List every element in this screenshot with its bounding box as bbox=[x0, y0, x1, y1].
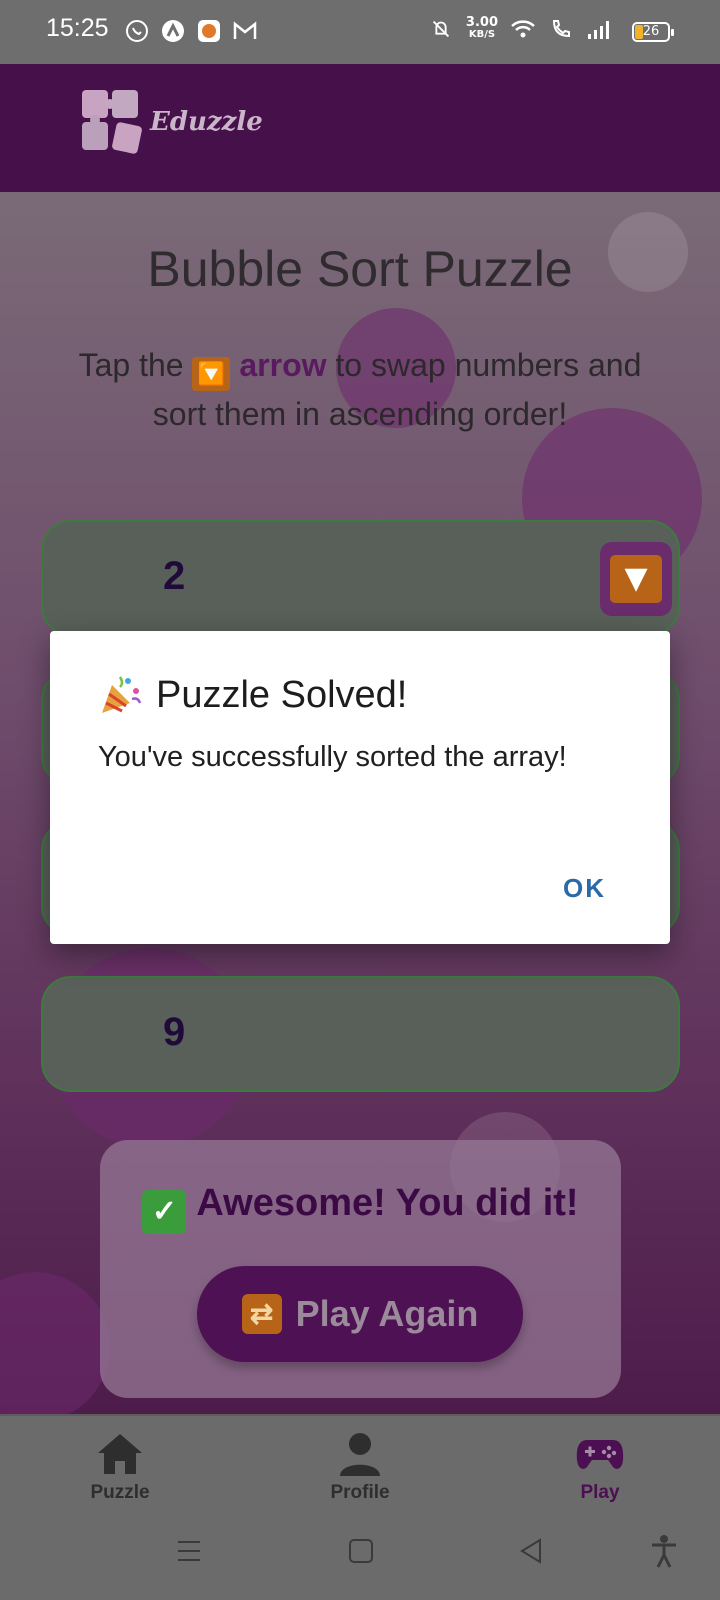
nav-item-profile[interactable]: Profile bbox=[290, 1430, 430, 1504]
notification-icons bbox=[124, 18, 258, 44]
success-message: ✓ Awesome! You did it! bbox=[100, 1182, 621, 1234]
whatsapp-icon bbox=[124, 18, 150, 44]
battery-level: 26 bbox=[642, 24, 660, 39]
net-speed: 3.00 KB/S bbox=[465, 15, 498, 41]
swap-button[interactable]: ▼ bbox=[600, 542, 672, 616]
dialog-title: Puzzle Solved! bbox=[98, 673, 407, 717]
number-row: 9 bbox=[41, 976, 680, 1092]
person-icon bbox=[290, 1430, 430, 1478]
home-button-icon[interactable] bbox=[348, 1538, 374, 1568]
decorative-bubble bbox=[0, 1272, 110, 1414]
battery-icon: 26 bbox=[632, 22, 674, 42]
wifi-icon bbox=[510, 16, 536, 42]
puzzle-solved-dialog: Puzzle Solved! You've successfully sorte… bbox=[50, 631, 670, 944]
success-text: Awesome! You did it! bbox=[196, 1182, 579, 1224]
check-icon: ✓ bbox=[142, 1190, 187, 1234]
nav-label: Play bbox=[580, 1482, 620, 1503]
bottom-navigation: Puzzle Profile Play bbox=[0, 1414, 720, 1510]
menu-icon[interactable] bbox=[176, 1538, 202, 1568]
row-value: 2 bbox=[163, 554, 186, 598]
puzzle-logo-icon bbox=[82, 90, 142, 154]
page-title: Bubble Sort Puzzle bbox=[147, 241, 573, 297]
number-row: 2 ▼ bbox=[41, 520, 680, 636]
down-arrow-icon: ▼ bbox=[610, 555, 662, 603]
ok-button[interactable]: OK bbox=[563, 873, 606, 904]
dialog-title-text: Puzzle Solved! bbox=[156, 673, 408, 716]
accessibility-icon[interactable] bbox=[650, 1534, 678, 1572]
arrow-app-icon bbox=[160, 18, 186, 44]
wifi-calling-icon bbox=[548, 16, 574, 42]
nav-item-puzzle[interactable]: Puzzle bbox=[50, 1430, 190, 1504]
system-navigation-bar bbox=[0, 1510, 720, 1600]
back-icon[interactable] bbox=[518, 1538, 544, 1568]
shop-app-icon bbox=[196, 18, 222, 44]
logo-text: Eduzzle bbox=[150, 107, 263, 137]
dialog-message: You've successfully sorted the array! bbox=[98, 741, 567, 773]
nav-label: Puzzle bbox=[90, 1482, 150, 1503]
nav-label: Profile bbox=[330, 1482, 390, 1503]
instruction-prefix: Tap the bbox=[78, 347, 184, 383]
play-again-button[interactable]: ⇄ Play Again bbox=[197, 1266, 523, 1362]
nav-item-play[interactable]: Play bbox=[530, 1430, 670, 1504]
instructions: Tap the 🔽 arrow to swap numbers and sort… bbox=[50, 342, 670, 438]
status-bar: 15:25 3.00 KB/S 26 bbox=[0, 0, 720, 64]
instruction-arrow-word: arrow bbox=[239, 347, 327, 383]
result-card: ✓ Awesome! You did it! ⇄ Play Again bbox=[100, 1140, 621, 1398]
logo: Eduzzle bbox=[80, 88, 263, 156]
app-header: Eduzzle bbox=[0, 64, 720, 192]
status-time: 15:25 bbox=[46, 14, 109, 42]
net-speed-unit: KB/S bbox=[468, 29, 496, 40]
gamepad-icon bbox=[530, 1430, 670, 1478]
play-again-label: Play Again bbox=[295, 1293, 479, 1334]
repeat-icon: ⇄ bbox=[241, 1294, 282, 1334]
signal-icon bbox=[586, 16, 612, 42]
party-popper-icon bbox=[102, 676, 142, 713]
gmail-icon bbox=[232, 18, 258, 44]
home-icon bbox=[50, 1430, 190, 1478]
silent-icon bbox=[428, 16, 454, 42]
system-icons: 3.00 KB/S bbox=[428, 16, 664, 42]
down-arrow-icon: 🔽 bbox=[192, 357, 231, 391]
row-value: 9 bbox=[163, 1010, 186, 1054]
net-speed-value: 3.00 bbox=[465, 15, 498, 30]
